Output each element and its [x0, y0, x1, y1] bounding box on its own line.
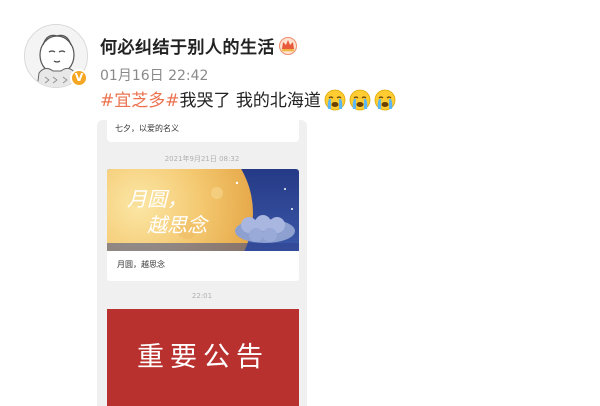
attached-image[interactable]: 七夕，以爱的名义 2021年9月21日 08:32 月圆， 越思念 月圆，越思念… — [97, 120, 307, 406]
article-card: 月圆， 越思念 月圆，越思念 — [107, 169, 299, 281]
message-timestamp: 22:01 — [191, 292, 213, 300]
banner-text-line1: 月圆， — [127, 187, 187, 211]
post-body: #宜芝多#我哭了 我的北海道 — [100, 88, 396, 114]
crying-face-icon — [349, 89, 371, 111]
post-timestamp: 01月16日 22:42 — [100, 68, 209, 84]
notice-title: 重要公告 — [137, 342, 269, 373]
crown-icon — [279, 37, 297, 55]
verified-badge-icon: V — [70, 69, 88, 87]
crying-face-icon — [374, 89, 396, 111]
hashtag-link[interactable]: #宜芝多# — [100, 91, 180, 111]
crying-face-icon — [324, 89, 346, 111]
post-text: 我哭了 我的北海道 — [179, 91, 321, 111]
banner-text-line2: 越思念 — [147, 213, 207, 237]
notice-card: 重要公告 — [107, 309, 299, 406]
message-timestamp: 2021年9月21日 08:32 — [164, 155, 240, 163]
username[interactable]: 何必纠结于别人的生活 — [100, 33, 275, 58]
article-caption: 月圆，越思念 — [117, 260, 165, 269]
message-bubble: 七夕，以爱的名义 — [107, 120, 299, 142]
message-text: 七夕，以爱的名义 — [115, 124, 179, 133]
